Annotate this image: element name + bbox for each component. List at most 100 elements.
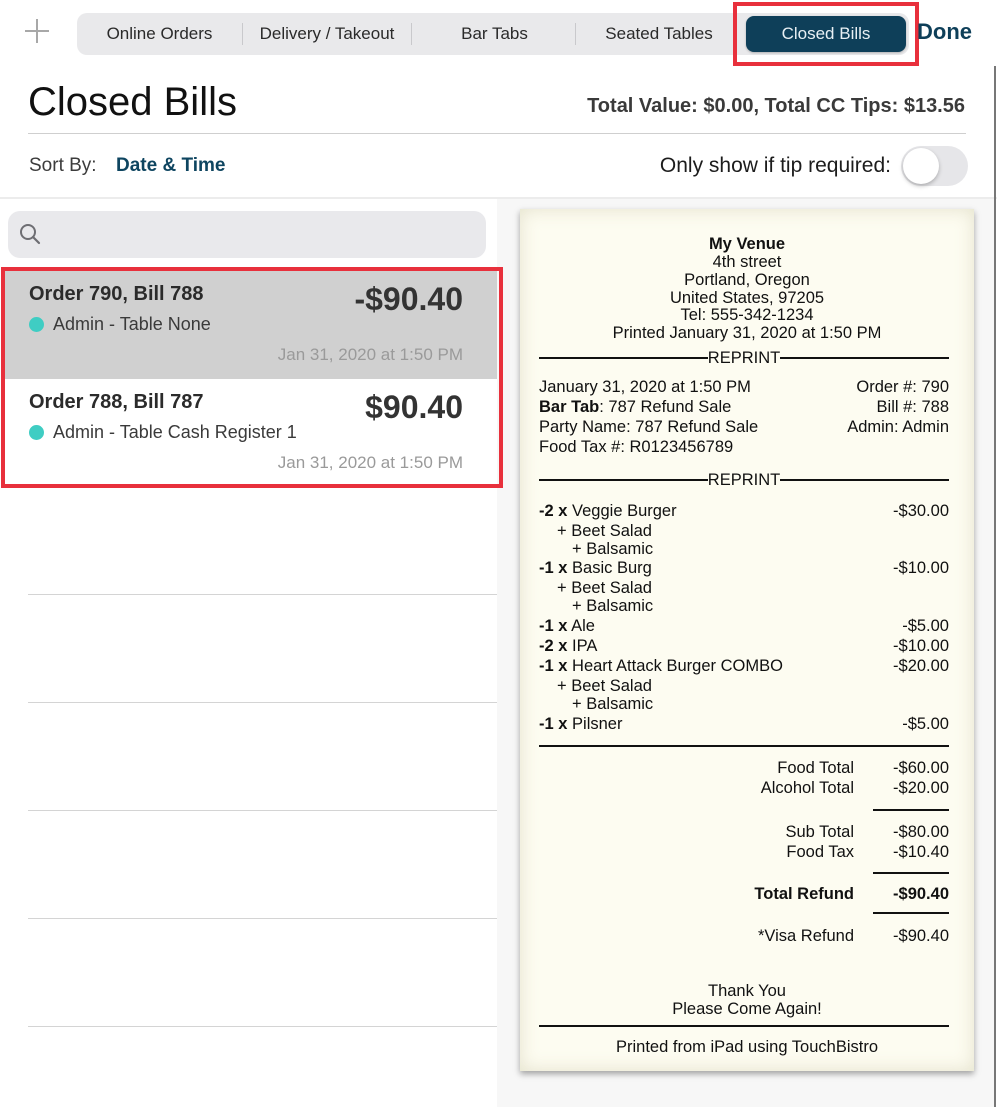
total-refund-value: -$90.40 [893,885,949,903]
list-separator [28,702,497,703]
item-name: Veggie Burger [572,502,677,520]
sort-by-label: Sort By: [29,155,97,176]
bill-title: Order 788, Bill 787 [29,391,204,413]
receipt-item: -2 x IPA -$10.00 [539,636,949,656]
receipt-info-line: Party Name: 787 Refund Sale Admin: Admin [539,417,949,437]
reprint-banner: REPRINT [539,349,950,367]
order-type-segmented-control: Online Orders Delivery / Takeout Bar Tab… [77,13,909,55]
receipt-total-line: Food Tax -$10.40 [539,842,949,862]
item-price: -$5.00 [902,715,949,733]
list-separator [28,1026,497,1027]
receipt-rule [539,745,949,747]
totals-summary: Total Value: $0.00, Total CC Tips: $13.5… [587,95,965,117]
item-name: Ale [571,617,595,635]
header-divider [28,133,966,134]
item-name: Basic Burg [572,559,652,577]
receipt-rule [873,872,949,874]
receipt-printed-date: Printed January 31, 2020 at 1:50 PM [612,324,882,342]
receipt-footer: Printed from iPad using TouchBistro [616,1038,878,1056]
item-qty: -1 x [539,617,568,635]
done-button[interactable]: Done [917,19,972,45]
sort-by-selector[interactable]: Date & Time [116,155,225,177]
item-modifier: + Balsamic [572,540,654,558]
receipt-item: -2 x Veggie Burger -$30.00 [539,501,949,521]
receipt-party-name: Party Name: 787 Refund Sale [539,418,759,436]
tab-closed-bills[interactable]: Closed Bills [746,16,906,52]
receipt-order-number: Order #: 790 [856,378,949,396]
tip-required-toggle[interactable] [901,146,968,186]
receipt-food-tax-number: Food Tax #: R0123456789 [539,438,734,456]
reprint-banner: REPRINT [539,471,950,489]
item-qty: -1 x [539,715,568,733]
item-price: -$10.00 [893,559,949,577]
item-modifier: + Beet Salad [557,579,652,597]
list-separator [28,594,497,595]
receipt-rule [873,912,949,914]
tab-seated-tables[interactable]: Seated Tables [576,13,742,55]
receipt-item: -1 x Pilsner -$5.00 [539,714,949,734]
food-total-value: -$60.00 [893,759,949,777]
receipt-venue-name: My Venue [708,235,786,253]
receipt-bill-number: Bill #: 788 [876,398,949,416]
receipt-address-line: Portland, Oregon [684,271,810,289]
page-title: Closed Bills [28,80,237,124]
search-input[interactable] [50,211,480,258]
item-modifier: + Beet Salad [557,522,652,540]
food-total-label: Food Total [777,759,854,777]
bill-row[interactable]: Order 790, Bill 788 Admin - Table None -… [5,271,497,379]
plus-icon[interactable] [24,18,50,44]
item-price: -$30.00 [893,502,949,520]
item-name: Heart Attack Burger COMBO [572,657,783,675]
receipt-item: -1 x Heart Attack Burger COMBO -$20.00 [539,656,949,676]
bill-amount: -$90.40 [354,281,463,317]
search-bar[interactable] [8,211,486,258]
item-qty: -2 x [539,502,568,520]
bill-title: Order 790, Bill 788 [29,283,204,305]
search-icon [20,224,41,245]
top-bar: Online Orders Delivery / Takeout Bar Tab… [0,0,997,68]
receipt-admin: Admin: Admin [847,418,949,436]
window-edge [994,66,996,1107]
receipt-thanks: Thank You [708,982,786,1000]
tab-delivery-takeout[interactable]: Delivery / Takeout [243,13,411,55]
visa-refund-label: *Visa Refund [757,927,854,945]
bill-date: Jan 31, 2020 at 1:50 PM [277,345,463,364]
receipt-info-line: Bar Tab: 787 Refund Sale Bill #: 788 [539,397,949,417]
receipt-address-line: 4th street [712,253,782,271]
bill-amount: $90.40 [365,389,463,425]
receipt-address-line: United States, 97205 [669,289,825,307]
item-modifier: + Balsamic [572,695,654,713]
tab-bar-tabs[interactable]: Bar Tabs [412,13,577,55]
bill-subtitle: Admin - Table Cash Register 1 [53,422,297,442]
bill-subtitle: Admin - Table None [53,314,211,334]
list-separator [28,918,497,919]
toggle-knob [903,148,939,184]
item-name: IPA [572,637,598,655]
receipt-info-line: January 31, 2020 at 1:50 PM Order #: 790 [539,377,949,397]
receipt-come-again: Please Come Again! [672,1000,822,1018]
list-separator [28,810,497,811]
receipt-total-line: *Visa Refund -$90.40 [539,926,949,946]
item-name: Pilsner [572,715,623,733]
item-qty: -1 x [539,657,568,675]
item-modifier: + Beet Salad [557,677,652,695]
receipt-info-line: Food Tax #: R0123456789 [539,437,949,457]
receipt-datetime: January 31, 2020 at 1:50 PM [539,378,751,396]
sub-total-label: Sub Total [785,823,855,841]
item-modifier: + Balsamic [572,597,654,615]
status-dot [29,425,44,440]
receipt-rule [539,1025,949,1027]
food-tax-label: Food Tax [786,843,854,861]
receipt-total-line: Total Refund -$90.40 [539,884,949,904]
tip-filter-label: Only show if tip required: [659,154,891,177]
item-qty: -2 x [539,637,568,655]
receipt-item: -1 x Basic Burg -$10.00 [539,558,949,578]
receipt: My Venue 4th street Portland, Oregon Uni… [520,209,974,1071]
receipt-total-line: Food Total -$60.00 [539,758,949,778]
bill-row[interactable]: Order 788, Bill 787 Admin - Table Cash R… [5,379,497,487]
receipt-rule [873,809,949,811]
tab-online-orders[interactable]: Online Orders [77,13,242,55]
food-tax-value: -$10.40 [893,843,949,861]
visa-refund-value: -$90.40 [893,927,949,945]
item-price: -$10.00 [893,637,949,655]
